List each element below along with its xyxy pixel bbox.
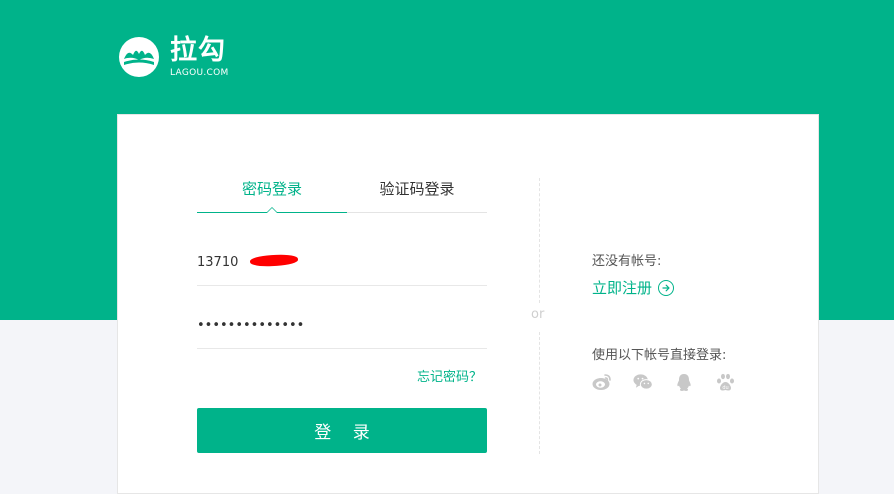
brand-domain: LAGOU.COM bbox=[170, 67, 229, 78]
brand-name: 拉勾 bbox=[170, 34, 226, 66]
password-input[interactable] bbox=[197, 302, 487, 348]
active-tab-arrow bbox=[266, 207, 278, 213]
or-label: or bbox=[531, 307, 545, 322]
forgot-password-link[interactable]: 忘记密码？ bbox=[417, 366, 482, 385]
phone-field bbox=[197, 239, 487, 286]
baidu-icon[interactable]: du bbox=[715, 372, 735, 392]
brand-logo[interactable]: 拉勾 LAGOU.COM bbox=[118, 36, 229, 78]
login-tabs: 密码登录 验证码登录 bbox=[197, 177, 487, 213]
phone-input[interactable] bbox=[197, 239, 487, 285]
qq-icon[interactable] bbox=[674, 372, 694, 392]
no-account-text: 还没有帐号: bbox=[592, 254, 662, 269]
svg-text:du: du bbox=[722, 385, 728, 391]
register-link[interactable]: 立即注册 bbox=[592, 277, 675, 298]
social-login-list: du bbox=[592, 372, 756, 392]
divider-line-top bbox=[539, 178, 540, 303]
tab-sms-login[interactable]: 验证码登录 bbox=[347, 177, 487, 211]
register-link-label: 立即注册 bbox=[592, 279, 653, 297]
divider-line-bottom bbox=[539, 332, 540, 454]
tab-password-login[interactable]: 密码登录 bbox=[197, 177, 347, 211]
wechat-icon[interactable] bbox=[633, 372, 653, 392]
weibo-icon[interactable] bbox=[592, 372, 612, 392]
login-button[interactable]: 登 录 bbox=[197, 408, 487, 453]
third-party-login-text: 使用以下帐号直接登录: bbox=[592, 348, 727, 363]
login-card: 密码登录 验证码登录 忘记密码？ 登 录 or 还没有帐号: 立即注册 使用以下… bbox=[117, 114, 819, 494]
lagou-logo-icon bbox=[119, 37, 159, 77]
arrow-right-circle-icon bbox=[658, 279, 675, 296]
password-field bbox=[197, 302, 487, 349]
